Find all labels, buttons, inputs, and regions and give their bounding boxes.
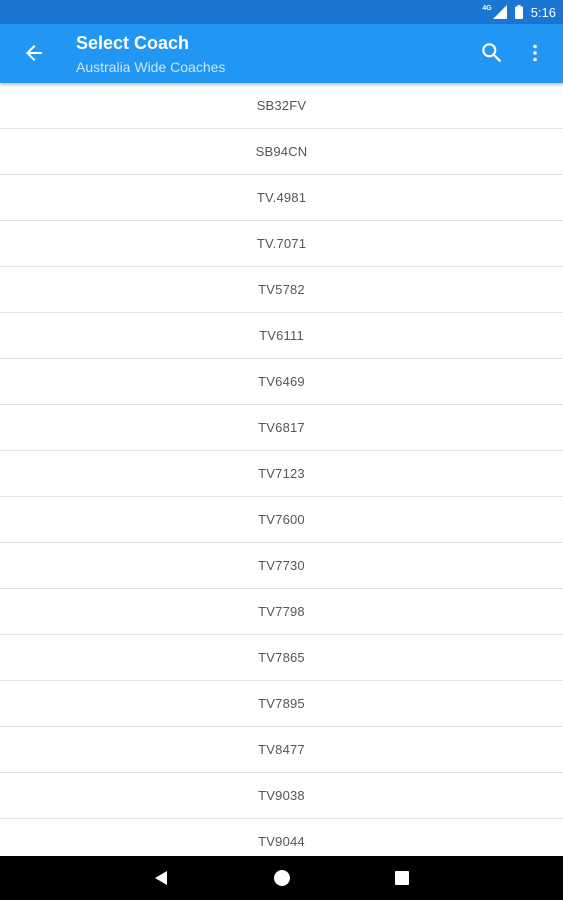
list-item[interactable]: TV.7071	[0, 221, 563, 267]
list-item[interactable]: TV6469	[0, 359, 563, 405]
more-vert-icon[interactable]	[523, 41, 547, 65]
page-subtitle: Australia Wide Coaches	[76, 59, 226, 75]
clock: 5:16	[530, 4, 556, 20]
battery-icon	[514, 5, 523, 19]
list-item[interactable]: TV5782	[0, 267, 563, 313]
list-item[interactable]: TV9038	[0, 773, 563, 819]
list-item[interactable]: TV7123	[0, 451, 563, 497]
signal-icon: 4G	[482, 4, 507, 19]
nav-recent-icon[interactable]	[395, 871, 409, 890]
list-item[interactable]: TV8477	[0, 727, 563, 773]
list-item[interactable]: TV7895	[0, 681, 563, 727]
system-nav-bar	[0, 856, 563, 900]
list-item[interactable]: TV6111	[0, 313, 563, 359]
app-bar: Select Coach Australia Wide Coaches	[0, 24, 563, 83]
status-bar: 4G 5:16	[0, 0, 563, 24]
network-type: 4G	[482, 4, 492, 12]
page-title: Select Coach	[76, 33, 190, 53]
list-item[interactable]: SB94CN	[0, 129, 563, 175]
nav-back-icon[interactable]	[153, 869, 169, 892]
list-item[interactable]: TV7865	[0, 635, 563, 681]
search-icon[interactable]	[479, 40, 505, 66]
list-item[interactable]: TV9044	[0, 819, 563, 856]
list-item[interactable]: TV7600	[0, 497, 563, 543]
list-item[interactable]: TV6817	[0, 405, 563, 451]
list-item[interactable]: TV.4981	[0, 175, 563, 221]
nav-home-icon[interactable]	[273, 869, 291, 892]
list-item[interactable]: SB32FV	[0, 83, 563, 129]
list-item[interactable]: TV7798	[0, 589, 563, 635]
arrow-back-icon[interactable]	[22, 41, 46, 65]
list-item[interactable]: TV7730	[0, 543, 563, 589]
coach-list: SB32FV SB94CN TV.4981 TV.7071 TV5782 TV6…	[0, 83, 563, 856]
